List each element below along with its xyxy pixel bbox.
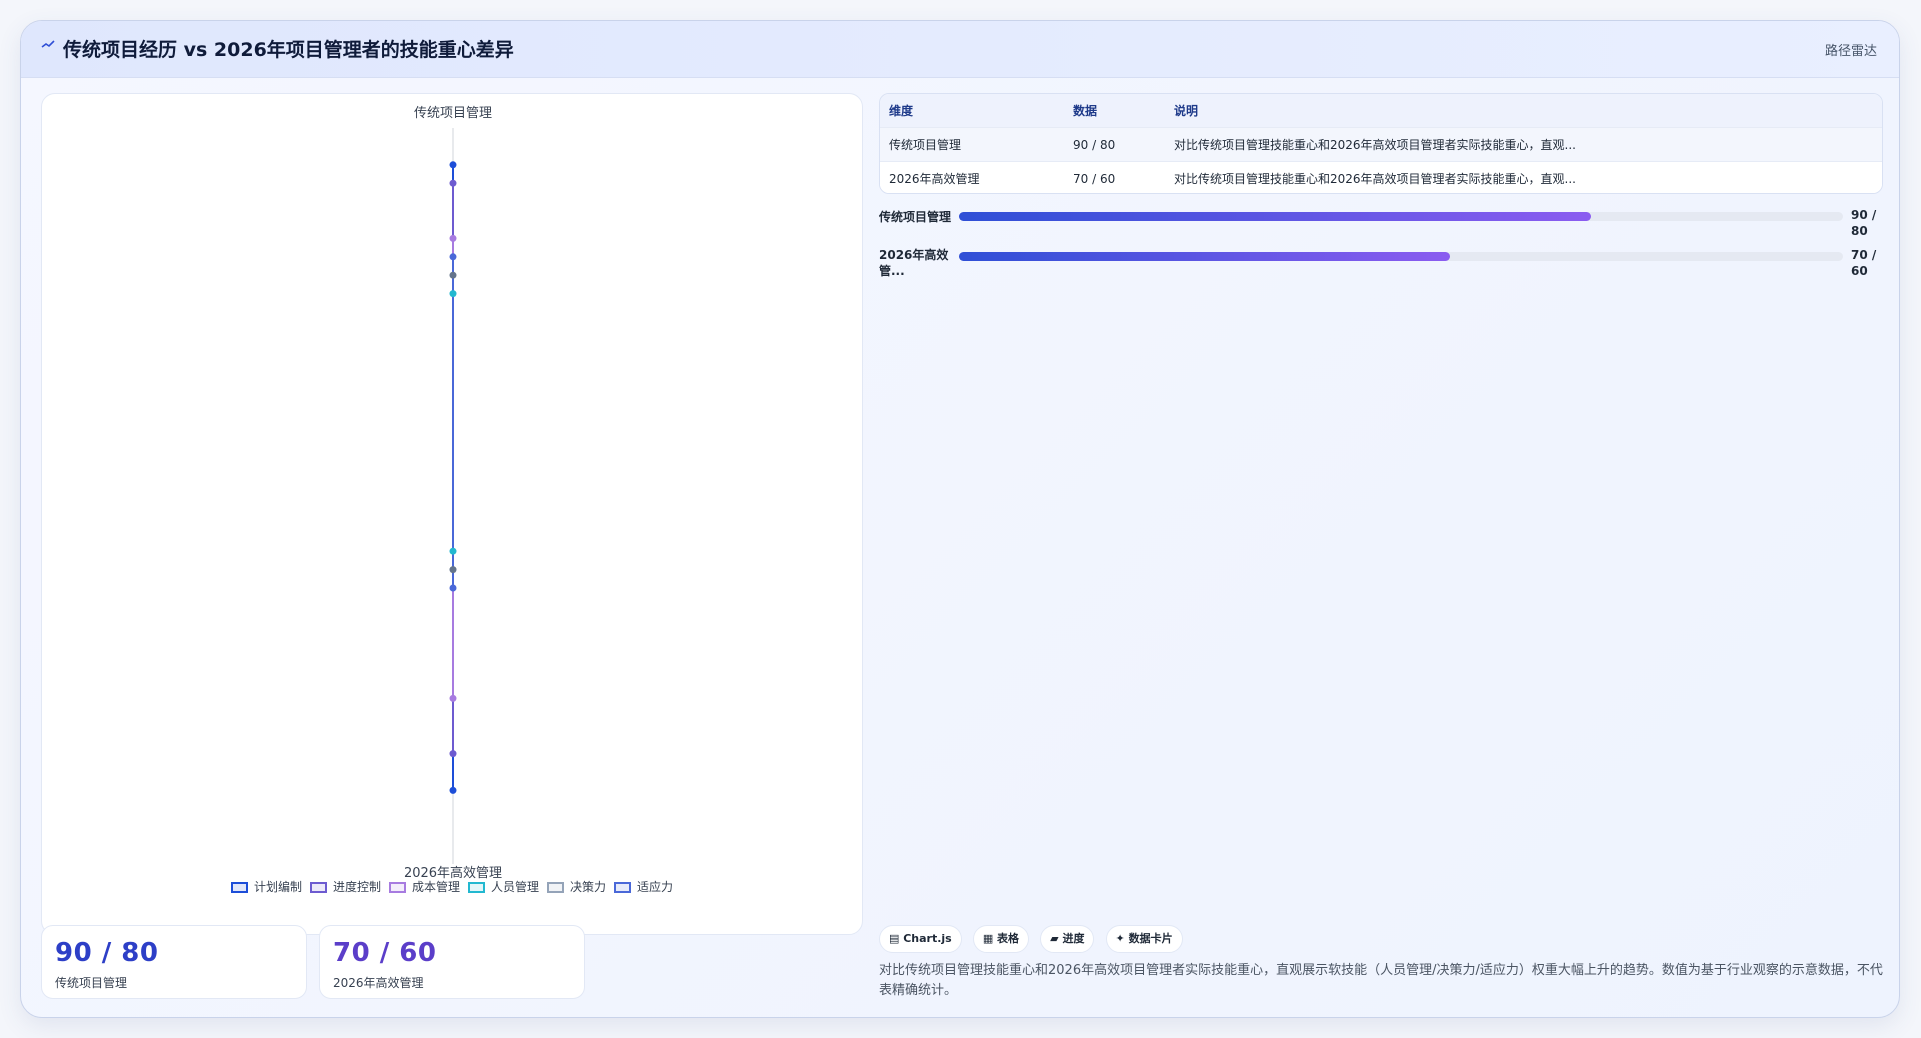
chip-progress[interactable]: ▰ 进度 — [1040, 925, 1095, 953]
column-header-data: 数据 — [1064, 94, 1165, 128]
radar-chart: 传统项目管理 2026年高效管理 — [404, 106, 502, 881]
legend-swatch — [388, 882, 406, 893]
axis-top-label: 传统项目管理 — [414, 106, 492, 121]
legend-label: 适应力 — [637, 880, 674, 894]
legend-swatch — [230, 882, 248, 893]
legend-item[interactable]: 计划编制 — [230, 878, 302, 895]
series-point[interactable] — [449, 290, 457, 298]
page-title: 传统项目经历 vs 2026年项目管理者的技能重心差异 — [63, 39, 514, 61]
legend-item[interactable]: 决策力 — [547, 878, 606, 895]
chip-table[interactable]: ▦ 表格 — [972, 925, 1030, 953]
data-table: 维度 数据 说明 传统项目管理 90 / 80 对比传统项目管理技能重心和202… — [879, 93, 1883, 194]
stat-label: 2026年高效管理 — [333, 976, 424, 990]
legend-label: 进度控制 — [332, 880, 381, 894]
stat-card-2026: 70 / 60 2026年高效管理 — [319, 925, 585, 999]
table-cell: 70 / 60 — [1064, 161, 1165, 193]
stat-label: 传统项目管理 — [55, 976, 128, 990]
legend-item[interactable]: 人员管理 — [468, 878, 539, 895]
series-point[interactable] — [449, 271, 457, 279]
series-point[interactable] — [449, 750, 457, 758]
series-point[interactable] — [449, 566, 457, 574]
progress-row-2026: 2026年高效管... 70 / 60 — [879, 247, 1889, 281]
table-cell: 对比传统项目管理技能重心和2026年高效项目管理者实际技能重心，直观... — [1165, 161, 1882, 193]
progress-label: 2026年高效管... — [879, 248, 949, 278]
progress-fill — [959, 212, 1592, 221]
card-header: 传统项目经历 vs 2026年项目管理者的技能重心差异 路径雷达 — [21, 21, 1899, 78]
table-cell: 对比传统项目管理技能重心和2026年高效项目管理者实际技能重心，直观... — [1165, 127, 1882, 162]
legend-label: 成本管理 — [411, 880, 460, 894]
radar-series-group — [449, 161, 457, 794]
progress-value: 70 / 60 — [1851, 248, 1877, 278]
progress-value: 90 / 80 — [1851, 208, 1877, 238]
legend-item[interactable]: 进度控制 — [309, 878, 381, 895]
header-tag: 路径雷达 — [1824, 44, 1877, 59]
series-point[interactable] — [449, 234, 457, 242]
chip-data-card[interactable]: ✦ 数据卡片 — [1105, 925, 1183, 953]
legend-label: 决策力 — [570, 880, 607, 894]
legend-swatch — [547, 882, 565, 893]
stat-value: 70 / 60 — [333, 938, 437, 968]
progress-track — [959, 212, 1843, 221]
series-point[interactable] — [449, 547, 457, 555]
table-row: 传统项目管理 90 / 80 对比传统项目管理技能重心和2026年高效项目管理者… — [880, 127, 1882, 162]
legend-label: 计划编制 — [253, 880, 302, 894]
series-point[interactable] — [449, 694, 457, 702]
chart-legend: 计划编制 进度控制 成本管理 人员管理 决策力 适应力 — [42, 878, 862, 895]
table-row: 2026年高效管理 70 / 60 对比传统项目管理技能重心和2026年高效项目… — [880, 161, 1882, 193]
column-header-description: 说明 — [1165, 94, 1882, 128]
table-header-row: 维度 数据 说明 — [880, 94, 1882, 128]
series-point[interactable] — [449, 253, 457, 261]
progress-label: 传统项目管理 — [879, 210, 952, 224]
feature-chips: ▤ Chart.js ▦ 表格 ▰ 进度 ✦ 数据卡片 — [879, 925, 1189, 953]
progress-row-traditional: 传统项目管理 90 / 80 — [879, 207, 1889, 241]
table-cell: 传统项目管理 — [880, 127, 1064, 162]
legend-swatch — [309, 882, 327, 893]
legend-label: 人员管理 — [491, 880, 540, 894]
legend-swatch — [614, 882, 632, 893]
series-point[interactable] — [449, 584, 457, 592]
progress-fill — [959, 252, 1450, 261]
legend-swatch — [468, 882, 485, 893]
legend-item[interactable]: 适应力 — [614, 878, 673, 895]
chart-trend-icon — [41, 40, 55, 48]
table-cell: 90 / 80 — [1064, 127, 1165, 162]
stat-card-traditional: 90 / 80 传统项目管理 — [41, 925, 307, 999]
series-point[interactable] — [449, 161, 457, 169]
radar-chart-panel: 传统项目管理 2026年高效管理 计划编制 进度控制 成本管理 人员管理 决策力 适应力 — [41, 93, 863, 935]
series-point[interactable] — [449, 786, 457, 794]
chip-chartjs[interactable]: ▤ Chart.js — [879, 925, 962, 953]
stat-value: 90 / 80 — [55, 938, 159, 968]
column-header-dimension: 维度 — [880, 94, 1064, 128]
table-cell: 2026年高效管理 — [880, 161, 1064, 193]
progress-track — [959, 252, 1843, 261]
dashboard-card: 传统项目经历 vs 2026年项目管理者的技能重心差异 路径雷达 传统项目管理 … — [20, 20, 1900, 1018]
chart-description: 对比传统项目管理技能重心和2026年高效项目管理者实际技能重心，直观展示软技能（… — [879, 963, 1883, 998]
series-point[interactable] — [449, 179, 457, 187]
legend-item[interactable]: 成本管理 — [388, 878, 460, 895]
